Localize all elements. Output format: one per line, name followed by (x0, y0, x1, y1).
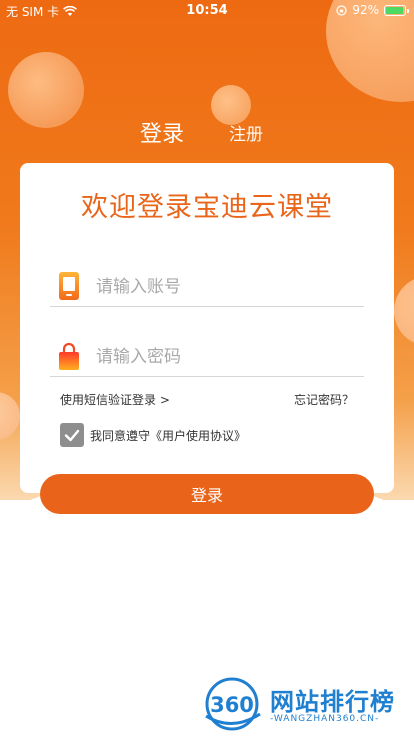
watermark: 360 网站排行榜 -WANGZHAN360.CN- (200, 676, 414, 736)
password-input[interactable] (96, 343, 356, 371)
battery-level (386, 6, 403, 14)
login-card: 欢迎登录宝迪云课堂 请输入账号 使用短信验证登录 > 忘记密码？ 我同意遵守《用… (20, 163, 394, 493)
agreement-checkbox[interactable] (60, 423, 84, 447)
status-bar: 无 SIM 卡 10:54 92% (0, 0, 414, 22)
decorative-bubble (0, 392, 20, 440)
decorative-bubble (394, 276, 414, 346)
tab-login[interactable]: 登录 (140, 116, 184, 148)
watermark-logo-text: 360 (210, 693, 254, 717)
tab-register[interactable]: 注册 (229, 120, 263, 145)
auth-tabs: 登录 注册 (0, 116, 414, 148)
orientation-lock-icon (336, 4, 347, 16)
lock-icon (59, 342, 79, 370)
login-button[interactable]: 登录 (40, 474, 374, 514)
account-field (50, 267, 364, 307)
battery-icon (384, 4, 409, 16)
phone-icon (59, 272, 79, 300)
watermark-title: 网站排行榜 (270, 688, 395, 716)
watermark-logo-icon: 360 (205, 677, 261, 731)
watermark-subtitle: -WANGZHAN360.CN- (270, 714, 380, 724)
agreement-text[interactable]: 我同意遵守《用户使用协议》 (90, 427, 246, 444)
forgot-password-link[interactable]: 忘记密码？ (294, 391, 354, 408)
sms-login-link[interactable]: 使用短信验证登录 > (60, 391, 170, 408)
checkmark-icon (64, 429, 80, 442)
agreement-row: 我同意遵守《用户使用协议》 (60, 423, 246, 447)
battery-percent: 92% (352, 3, 379, 17)
password-field (50, 337, 364, 377)
account-input[interactable] (96, 273, 356, 301)
status-right: 92% (336, 3, 409, 17)
welcome-title: 欢迎登录宝迪云课堂 (81, 192, 333, 223)
battery-tip (407, 8, 409, 13)
